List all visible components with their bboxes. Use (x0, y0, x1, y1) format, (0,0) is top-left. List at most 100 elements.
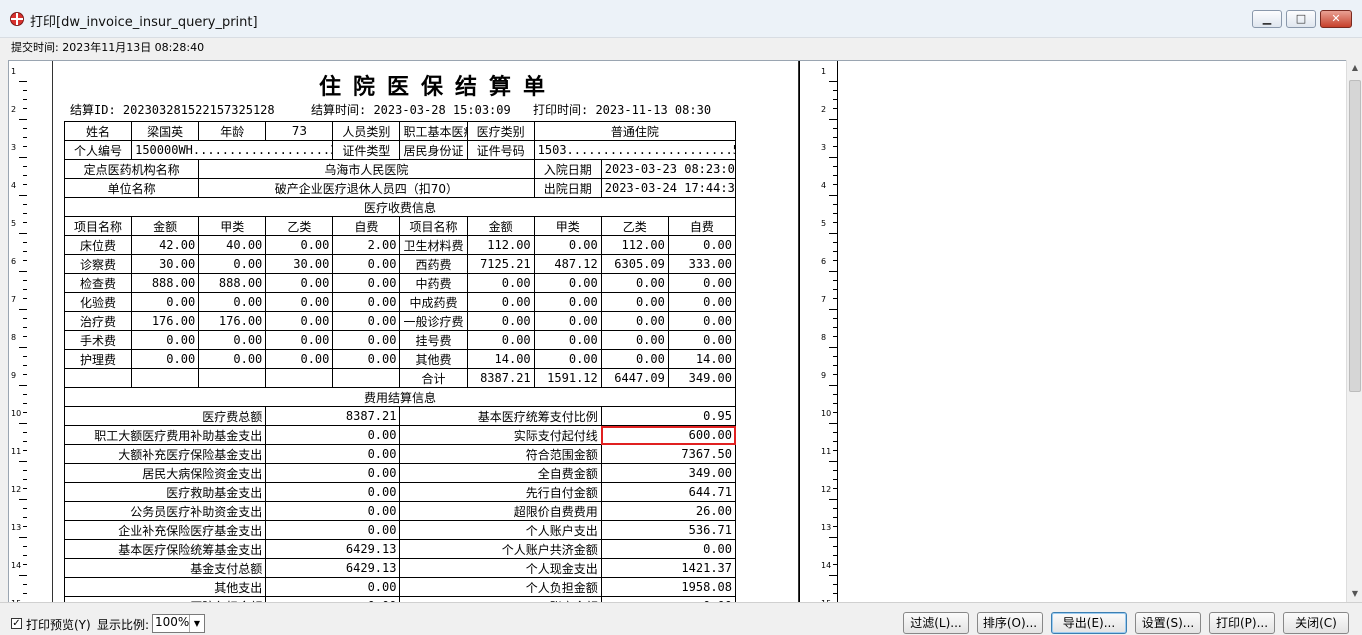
ruler-minor-tick (23, 517, 27, 518)
settle-item-label: 符合范围金额 (399, 444, 602, 464)
ruler-number: 4 (11, 181, 17, 190)
submit-time: 提交时间: 2023年11月13日 08:28:40 (11, 41, 205, 54)
left-ruler: 123456789101112131415 (9, 61, 29, 602)
settle-item-value: 644.71 (600, 482, 737, 502)
ruler-minor-tick (23, 488, 27, 489)
ruler-minor-tick (23, 166, 27, 167)
fee-amount: 0.00 (533, 349, 602, 369)
ruler-minor-tick (23, 280, 27, 281)
filter-button[interactable]: 过滤(L)... (903, 612, 969, 634)
minimize-button[interactable]: ▁ (1252, 10, 1282, 28)
cert-no: 1503.......................5 (533, 140, 737, 160)
page-edge (799, 61, 800, 602)
fee-amount: 0.00 (198, 349, 267, 369)
fee-amount: 0.00 (332, 330, 401, 350)
settlement-time: 结算时间: 2023-03-28 15:03:09 (311, 103, 511, 117)
ruler-tick (19, 271, 27, 272)
fee-row: 床位费 42.00 40.00 0.00 2.00 卫生材料费 112.00 0.00 112.… (63, 235, 737, 255)
vertical-scrollbar[interactable]: ▲ ▼ (1346, 60, 1362, 602)
ruler-number: 3 (11, 143, 17, 152)
settle-row: 基金支付总额 6429.13 个人现金支出 1421.37 (63, 558, 737, 578)
ruler-number: 1 (821, 67, 827, 76)
unit-name: 破产企业医疗退休人员四（扣70） (198, 178, 535, 198)
ruler-minor-tick (23, 298, 27, 299)
fee-amount: 0.00 (600, 273, 669, 293)
ruler-minor-tick (23, 128, 27, 129)
settle-item-label: 公务员医疗补助资金支出 (63, 501, 267, 521)
settle-item-value: 1958.08 (600, 577, 737, 597)
ruler-tick (829, 423, 837, 424)
submit-time-bar: 提交时间: 2023年11月13日 08:28:40 (0, 38, 1362, 60)
bottom-toolbar: ✓ 打印预览(Y) 显示比例: 100% ▼ 过滤(L)... 排序(O)...… (0, 602, 1362, 635)
settings-button[interactable]: 设置(S)... (1135, 612, 1201, 634)
fee-amount: 0.00 (332, 254, 401, 274)
personal-id: 150000WH...................3358 (131, 140, 334, 160)
fee-amount: 0.00 (466, 292, 535, 312)
ruler-number: 13 (821, 523, 832, 532)
zoom-select[interactable]: 100% ▼ (152, 614, 205, 633)
close-button[interactable]: 关闭(C) (1283, 612, 1349, 634)
ruler-minor-tick (23, 470, 27, 471)
settle-row: 企业补充保险医疗基金支出 0.00 个人账户支出 536.71 (63, 520, 737, 540)
fee-amount (265, 368, 334, 388)
print-preview-checkbox[interactable]: ✓ (11, 618, 22, 629)
ruler-number: 2 (11, 105, 17, 114)
title-bar: 打印[dw_invoice_insur_query_print] ▁ □ ✕ (0, 0, 1362, 38)
settle-item-value: 0.00 (265, 482, 401, 502)
ruler-minor-tick (23, 593, 27, 594)
ruler-minor-tick (23, 479, 27, 480)
age-label: 年龄 (198, 121, 267, 141)
settle-item-value: 536.71 (600, 520, 737, 540)
ruler-number: 10 (821, 409, 832, 418)
fee-item-name: 一般诊疗费 (399, 311, 468, 331)
scrollbar-thumb[interactable] (1349, 80, 1361, 392)
settle-item-label: 其他支出 (63, 577, 267, 597)
fee-item-name: 合计 (399, 368, 468, 388)
fee-amount: 0.00 (265, 311, 334, 331)
settle-item-label: 超限价自费费用 (399, 501, 602, 521)
fee-column-header: 金额 (466, 216, 535, 236)
fee-column-header: 乙类 (265, 216, 334, 236)
fee-item-name: 挂号费 (399, 330, 468, 350)
admit-label: 入院日期 (533, 159, 602, 179)
ruler-tick (19, 233, 27, 234)
fee-amount: 30.00 (131, 254, 200, 274)
fee-item-name: 检查费 (63, 273, 133, 293)
fee-amount: 0.00 (265, 273, 334, 293)
export-button[interactable]: 导出(E)... (1051, 612, 1127, 634)
ruler-minor-tick (23, 108, 27, 109)
sort-button[interactable]: 排序(O)... (977, 612, 1043, 634)
fee-row: 合计 8387.21 1591.12 6447.09 349.00 (63, 368, 737, 388)
settle-row: 大额补充医疗保险基金支出 0.00 符合范围金额 7367.50 (63, 444, 737, 464)
fee-item-name: 卫生材料费 (399, 235, 468, 255)
fee-item-name: 化验费 (63, 292, 133, 312)
ruler-minor-tick (23, 242, 27, 243)
fee-amount: 176.00 (198, 311, 267, 331)
print-preview-label: 打印预览(Y) (26, 618, 91, 632)
ruler-tick (829, 233, 837, 234)
hospital-name: 乌海市人民医院 (198, 159, 535, 179)
ruler-tick (829, 385, 837, 386)
fee-amount: 0.00 (198, 330, 267, 350)
ruler-minor-tick (23, 222, 27, 223)
maximize-button[interactable]: □ (1286, 10, 1316, 28)
print-button[interactable]: 打印(P)... (1209, 612, 1275, 634)
med-type: 普通住院 (533, 121, 737, 141)
ruler-minor-tick (23, 374, 27, 375)
scroll-up-icon[interactable]: ▲ (1347, 60, 1362, 76)
chevron-down-icon[interactable]: ▼ (189, 615, 204, 632)
discharge-date: 2023-03-24 17:44:35 (600, 178, 737, 198)
settle-item-value: 0.00 (265, 444, 401, 464)
ruler-tick (829, 119, 837, 120)
settle-item-label: 企业补充保险医疗基金支出 (63, 520, 267, 540)
ruler-minor-tick (23, 137, 27, 138)
print-preview-area[interactable]: 123456789101112131415 住院医保结算单 结算ID: 2023… (8, 60, 1346, 602)
close-window-button[interactable]: ✕ (1320, 10, 1352, 28)
settle-item-value: 1421.37 (600, 558, 737, 578)
patient-category: 职工基本医疗保险 (399, 121, 468, 141)
fee-item-name: 诊察费 (63, 254, 133, 274)
scroll-down-icon[interactable]: ▼ (1347, 586, 1362, 602)
settle-item-label: 全自费金额 (399, 463, 602, 483)
settlement-table: 姓名 梁国英 年龄 73 人员类别 职工基本医疗保险 医疗类别 普通住院 个人编… (63, 121, 737, 602)
ruler-edge (837, 61, 838, 602)
